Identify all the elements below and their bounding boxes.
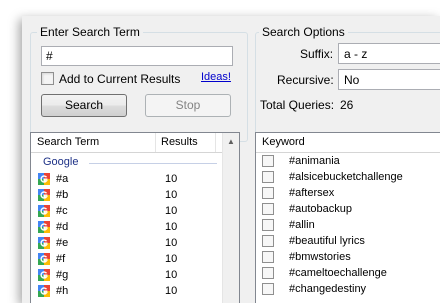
keyword-checkbox[interactable] [262, 187, 274, 199]
keyword-checkbox[interactable] [262, 171, 274, 183]
keyword-text: #changedestiny [289, 283, 367, 295]
column-separator [155, 133, 156, 152]
add-to-current-checkbox[interactable] [41, 72, 54, 85]
result-term: #b [56, 189, 69, 201]
keyword-text: #beautiful lyrics [289, 235, 365, 247]
keyword-row[interactable]: #beautiful lyrics [256, 234, 440, 249]
list-group-google: Google [37, 154, 217, 170]
keyword-row[interactable]: #alsicebucketchallenge [256, 170, 440, 185]
result-term: #e [56, 237, 69, 249]
google-icon [38, 253, 50, 265]
app-window: Enter Search Term # Add to Current Resul… [22, 16, 440, 303]
search-term-group-title: Enter Search Term [37, 25, 143, 39]
result-count: 10 [165, 173, 178, 185]
column-header-results[interactable]: Results [161, 136, 198, 148]
search-button[interactable]: Search [41, 94, 127, 117]
google-icon [38, 221, 50, 233]
result-term: #a [56, 173, 69, 185]
total-queries-value: 26 [340, 98, 354, 112]
keyword-checkbox[interactable] [262, 219, 274, 231]
keyword-text: #aftersex [289, 187, 335, 199]
google-icon [38, 189, 50, 201]
recursive-select[interactable]: No [338, 69, 440, 90]
column-separator [215, 133, 216, 152]
result-row[interactable]: #g 10 [31, 267, 221, 283]
stop-button[interactable]: Stop [145, 94, 231, 117]
google-icon [38, 285, 50, 297]
google-icon [38, 237, 50, 249]
keyword-row[interactable]: #changedestiny [256, 282, 440, 297]
result-count: 10 [165, 237, 178, 249]
keyword-checkbox[interactable] [262, 235, 274, 247]
keyword-text: #cameltoechallenge [289, 267, 387, 279]
suffix-select[interactable]: a - z [338, 43, 440, 64]
keyword-row[interactable]: #allin [256, 218, 440, 233]
keyword-checkbox[interactable] [262, 267, 274, 279]
keyword-row[interactable]: #animania [256, 154, 440, 169]
keyword-checkbox[interactable] [262, 251, 274, 263]
result-row[interactable]: #c 10 [31, 203, 221, 219]
result-count: 10 [165, 189, 178, 201]
keyword-text: #bmwstories [289, 251, 351, 263]
result-row[interactable]: #f 10 [31, 251, 221, 267]
search-term-input[interactable]: # [41, 46, 233, 66]
google-icon [38, 205, 50, 217]
result-count: 10 [165, 285, 178, 297]
google-icon [38, 269, 50, 281]
result-row[interactable]: #h 10 [31, 283, 221, 299]
keyword-checkbox[interactable] [262, 203, 274, 215]
keyword-row[interactable]: #aftersex [256, 186, 440, 201]
result-term: #g [56, 269, 69, 281]
scroll-up-arrow-icon[interactable]: ▲ [223, 133, 239, 150]
total-queries-label: Total Queries: [260, 98, 335, 112]
result-row[interactable]: #d 10 [31, 219, 221, 235]
result-term: #f [56, 253, 66, 265]
group-divider [89, 163, 217, 164]
search-options-group: Search Options Suffix: a - z Recursive: … [255, 25, 440, 142]
result-count: 10 [165, 205, 178, 217]
suffix-label: Suffix: [300, 47, 334, 61]
add-to-current-label: Add to Current Results [59, 72, 181, 86]
search-term-group: Enter Search Term # Add to Current Resul… [30, 25, 248, 142]
keyword-checkbox[interactable] [262, 155, 274, 167]
result-count: 10 [165, 221, 178, 233]
keyword-text: #allin [289, 219, 315, 231]
result-count: 10 [165, 253, 178, 265]
results-list-header: Search Term Results [31, 133, 239, 153]
keyword-row[interactable]: #cameltoechallenge [256, 266, 440, 281]
keyword-list[interactable]: Keyword #animania #alsicebucketchallenge #… [255, 132, 440, 303]
column-header-search-term[interactable]: Search Term [37, 136, 99, 148]
keyword-list-header: Keyword [256, 133, 440, 153]
recursive-label: Recursive: [277, 73, 334, 87]
keyword-row[interactable]: #autobackup [256, 202, 440, 217]
google-icon [38, 173, 50, 185]
keyword-row[interactable]: #bmwstories [256, 250, 440, 265]
result-count: 10 [165, 269, 178, 281]
column-header-keyword[interactable]: Keyword [262, 136, 305, 148]
keyword-text: #alsicebucketchallenge [289, 171, 403, 183]
result-term: #c [56, 205, 68, 217]
results-scrollbar[interactable]: ▲ [222, 133, 239, 303]
keyword-checkbox[interactable] [262, 283, 274, 295]
result-term: #d [56, 221, 69, 233]
result-row[interactable]: #b 10 [31, 187, 221, 203]
result-term: #h [56, 285, 69, 297]
result-row[interactable]: #a 10 [31, 171, 221, 187]
keyword-text: #autobackup [289, 203, 352, 215]
list-group-label: Google [43, 156, 79, 168]
search-options-group-title: Search Options [259, 25, 348, 39]
result-row[interactable]: #e 10 [31, 235, 221, 251]
keyword-text: #animania [289, 155, 340, 167]
ideas-link[interactable]: Ideas! [201, 71, 231, 83]
results-list[interactable]: Search Term Results Google #a 10 #b 10 #c 10 #… [30, 132, 240, 303]
